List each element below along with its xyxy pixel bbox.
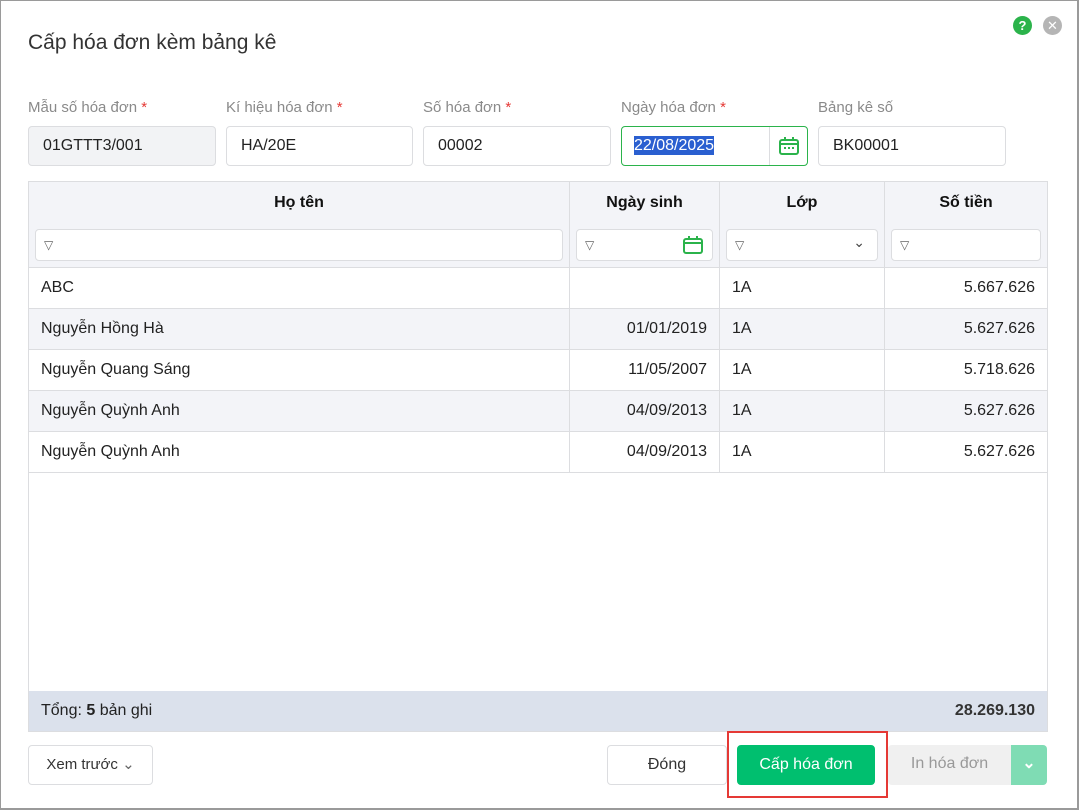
chevron-down-icon: ⌄ <box>853 234 865 250</box>
cell-name: Nguyễn Quỳnh Anh <box>29 391 570 431</box>
ngay-hoa-don-label: Ngày hóa đơn * <box>621 99 726 116</box>
record-count: Tổng: 5 bản ghi <box>41 702 153 719</box>
cell-dob: 04/09/2013 <box>570 391 720 431</box>
ngay-hoa-don-field[interactable]: 22/08/2025 <box>621 126 808 166</box>
name-filter-input[interactable]: ▽ <box>35 229 563 261</box>
column-header-dob: Ngày sinh ▽ <box>570 182 720 268</box>
column-title: Lớp <box>786 194 818 211</box>
table-row[interactable]: Nguyễn Quỳnh Anh 04/09/2013 1A 5.627.626 <box>29 391 1047 432</box>
cell-class: 1A <box>720 268 885 308</box>
bang-ke-field[interactable]: BK00001 <box>818 126 1006 166</box>
data-table: Họ tên ▽ Ngày sinh ▽ Lớp ▽ ⌄ Số tiền ▽ ABC 1A 5… <box>28 181 1048 732</box>
class-filter-select[interactable]: ▽ ⌄ <box>726 229 878 261</box>
cell-dob: 04/09/2013 <box>570 432 720 472</box>
amount-filter-input[interactable]: ▽ <box>891 229 1041 261</box>
close-icon[interactable]: ✕ <box>1043 16 1062 35</box>
table-row[interactable]: ABC 1A 5.667.626 <box>29 268 1047 309</box>
print-invoice-button[interactable]: In hóa đơn <box>888 745 1011 785</box>
cell-class: 1A <box>720 391 885 431</box>
column-title: Số tiền <box>939 194 993 211</box>
dialog-title: Cấp hóa đơn kèm bảng kê <box>28 31 277 54</box>
column-title: Họ tên <box>274 194 324 211</box>
table-row[interactable]: Nguyễn Hồng Hà 01/01/2019 1A 5.627.626 <box>29 309 1047 350</box>
preview-button[interactable]: Xem trước ⌄ <box>28 745 153 785</box>
cell-amount: 5.627.626 <box>963 443 1035 460</box>
filter-icon: ▽ <box>44 238 54 252</box>
help-icon[interactable]: ? <box>1013 16 1032 35</box>
cell-name: Nguyễn Hồng Hà <box>29 309 570 349</box>
cell-name: Nguyễn Quang Sáng <box>29 350 570 390</box>
column-header-name: Họ tên ▽ <box>29 182 570 268</box>
table-row[interactable]: Nguyễn Quang Sáng 11/05/2007 1A 5.718.626 <box>29 350 1047 391</box>
dob-filter-input[interactable]: ▽ <box>576 229 713 261</box>
calendar-icon[interactable] <box>683 236 703 254</box>
column-title: Ngày sinh <box>606 194 683 211</box>
calendar-icon[interactable] <box>769 127 807 165</box>
ki-hieu-field[interactable]: HA/20E <box>226 126 413 166</box>
so-hoa-don-field[interactable]: 00002 <box>423 126 611 166</box>
mau-so-field[interactable]: 01GTTT3/001 <box>28 126 216 166</box>
table-footer: Tổng: 5 bản ghi 28.269.130 <box>29 691 1047 731</box>
cell-amount: 5.627.626 <box>963 402 1035 419</box>
filter-icon: ▽ <box>585 238 595 252</box>
column-header-class: Lớp ▽ ⌄ <box>720 182 885 268</box>
cell-class: 1A <box>720 309 885 349</box>
issue-invoice-button[interactable]: Cấp hóa đơn <box>737 745 875 785</box>
cell-amount: 5.718.626 <box>963 361 1035 378</box>
so-hoa-don-label: Số hóa đơn * <box>423 99 512 116</box>
cell-dob <box>570 268 720 308</box>
filter-icon: ▽ <box>900 238 910 252</box>
column-header-amount: Số tiền ▽ <box>885 182 1047 268</box>
mau-so-label: Mẫu số hóa đơn * <box>28 99 148 116</box>
filter-icon: ▽ <box>735 238 745 252</box>
print-options-chevron-icon[interactable]: ⌄ <box>1011 745 1047 785</box>
total-amount: 28.269.130 <box>954 702 1035 719</box>
cell-amount: 5.667.626 <box>963 279 1035 296</box>
cell-dob: 11/05/2007 <box>570 350 720 390</box>
table-row[interactable]: Nguyễn Quỳnh Anh 04/09/2013 1A 5.627.626 <box>29 432 1047 473</box>
ki-hieu-label: Kí hiệu hóa đơn * <box>226 99 343 116</box>
bang-ke-label: Bảng kê số <box>818 99 894 116</box>
cell-class: 1A <box>720 432 885 472</box>
cell-dob: 01/01/2019 <box>570 309 720 349</box>
cell-name: Nguyễn Quỳnh Anh <box>29 432 570 472</box>
ngay-hoa-don-value: 22/08/2025 <box>634 136 715 155</box>
chevron-down-icon: ⌄ <box>122 756 135 773</box>
cell-class: 1A <box>720 350 885 390</box>
close-button[interactable]: Đóng <box>607 745 727 785</box>
cell-name: ABC <box>29 268 570 308</box>
cell-amount: 5.627.626 <box>963 320 1035 337</box>
